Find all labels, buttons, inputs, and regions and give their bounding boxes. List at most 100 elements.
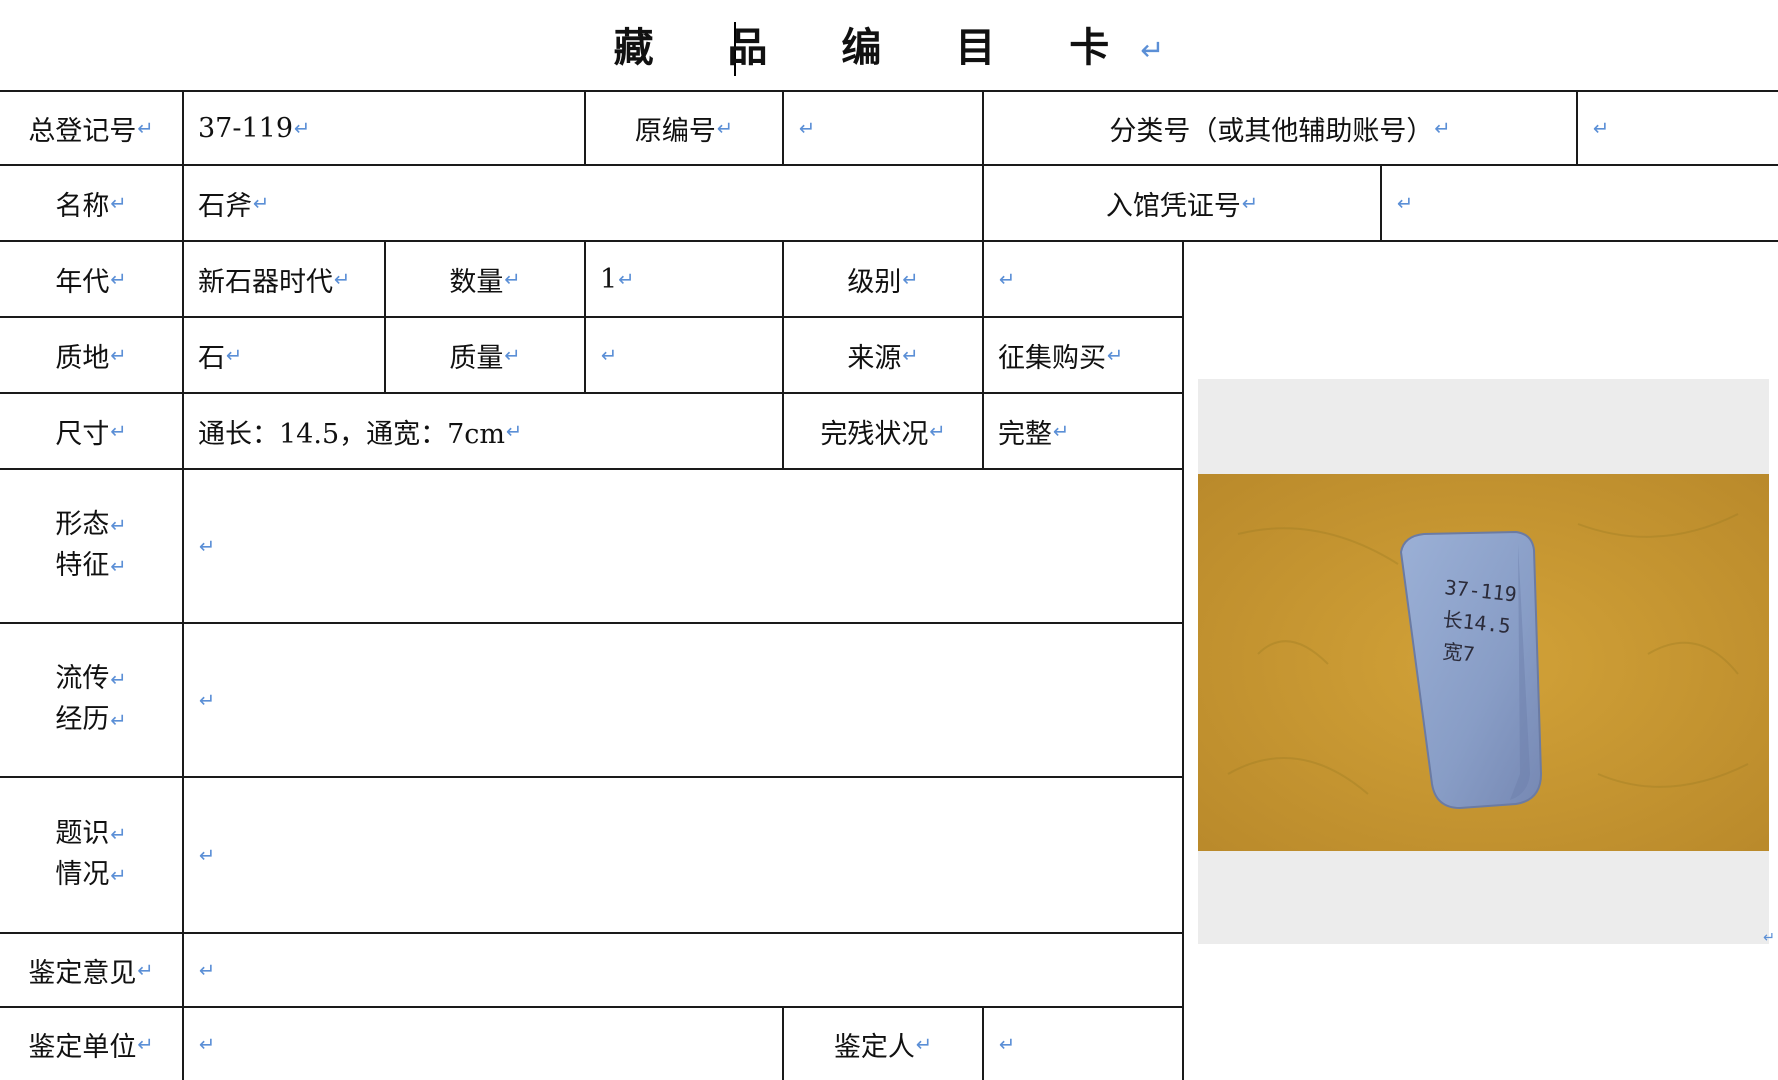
label-text: 特征 bbox=[55, 550, 110, 581]
opinion-label: 鉴定意见 ↵ bbox=[0, 934, 182, 1006]
name-value[interactable]: 石斧 ↵ bbox=[184, 166, 982, 240]
orig-no-value[interactable]: ↵ bbox=[784, 92, 982, 164]
size-value[interactable]: 通长：14.5，通宽：7cm ↵ bbox=[184, 394, 782, 468]
return-mark-icon: ↵ bbox=[902, 343, 919, 367]
return-mark-icon: ↵ bbox=[999, 267, 1016, 291]
mass-value[interactable]: ↵ bbox=[586, 318, 782, 392]
grid-line bbox=[1182, 240, 1184, 1080]
reg-no-label: 总登记号 ↵ bbox=[0, 92, 182, 164]
return-mark-icon: ↵ bbox=[110, 514, 127, 537]
return-mark-icon: ↵ bbox=[1241, 191, 1259, 215]
era-label: 年代 ↵ bbox=[0, 242, 182, 316]
inscription-value[interactable]: ↵ bbox=[184, 778, 1182, 932]
name-label: 名称 ↵ bbox=[0, 166, 182, 240]
inscription-label: 题识↵ 情况↵ bbox=[0, 778, 182, 932]
return-mark-icon: ↵ bbox=[110, 709, 127, 733]
source-value[interactable]: 征集购买 ↵ bbox=[984, 318, 1182, 392]
photo-return-mark: ↵ bbox=[1762, 926, 1778, 950]
form-value[interactable]: ↵ bbox=[184, 470, 1182, 622]
return-mark-icon: ↵ bbox=[929, 419, 946, 443]
label-text: 数量 bbox=[449, 266, 504, 298]
label-line: 题识↵ bbox=[55, 814, 126, 855]
voucher-value[interactable]: ↵ bbox=[1382, 166, 1778, 240]
label-text: 题识 bbox=[55, 817, 110, 849]
label-text: 分类号（或其他辅助账号） bbox=[1109, 115, 1434, 147]
return-mark-icon: ↵ bbox=[1140, 32, 1165, 67]
era-value[interactable]: 新石器时代 ↵ bbox=[184, 242, 384, 316]
label-text: 流传 bbox=[55, 662, 110, 694]
class-no-value[interactable]: ↵ bbox=[1578, 92, 1778, 164]
return-mark-icon: ↵ bbox=[110, 419, 127, 443]
label-text: 形态 bbox=[55, 508, 110, 540]
qty-label: 数量 ↵ bbox=[386, 242, 584, 316]
value-text: 完整 bbox=[998, 418, 1052, 450]
return-mark-icon: ↵ bbox=[999, 1032, 1016, 1056]
form-label: 形态↵ 特征↵ bbox=[0, 470, 182, 622]
class-no-label: 分类号（或其他辅助账号） ↵ bbox=[984, 92, 1576, 164]
condition-value[interactable]: 完整 ↵ bbox=[984, 394, 1182, 468]
reg-no-value[interactable]: 37-119 ↵ bbox=[184, 92, 584, 164]
label-text: 鉴定人 bbox=[833, 1031, 915, 1063]
return-mark-icon: ↵ bbox=[716, 116, 734, 140]
label-text: 质地 bbox=[55, 342, 110, 374]
label-text: 经历 bbox=[55, 704, 110, 735]
return-mark-icon: ↵ bbox=[799, 116, 816, 140]
label-line: 情况↵ bbox=[55, 855, 126, 896]
grade-value[interactable]: ↵ bbox=[984, 242, 1182, 316]
material-label: 质地 ↵ bbox=[0, 318, 182, 392]
artifact-photo[interactable]: 37-119 长14.5 宽7 bbox=[1198, 474, 1769, 851]
return-mark-icon: ↵ bbox=[902, 267, 919, 291]
return-mark-icon: ↵ bbox=[226, 343, 243, 367]
return-mark-icon: ↵ bbox=[199, 688, 216, 712]
label-text: 鉴定单位 bbox=[28, 1031, 137, 1063]
return-mark-icon: ↵ bbox=[1434, 116, 1451, 140]
return-mark-icon: ↵ bbox=[1107, 343, 1124, 367]
history-value[interactable]: ↵ bbox=[184, 624, 1182, 776]
return-mark-icon: ↵ bbox=[137, 1032, 154, 1056]
label-line: 特征↵ bbox=[55, 546, 126, 587]
return-mark-icon: ↵ bbox=[199, 1032, 216, 1056]
return-mark-icon: ↵ bbox=[1397, 191, 1414, 215]
value-text: 新石器时代 bbox=[198, 266, 333, 298]
unit-value[interactable]: ↵ bbox=[184, 1008, 782, 1080]
label-text: 质量 bbox=[449, 342, 504, 374]
return-mark-icon: ↵ bbox=[504, 267, 521, 291]
catalog-card: 藏 品 编 目 卡↵ 总登记号 ↵ 37-119 ↵ 原编号 ↵ ↵ 分类号（或其他辅… bbox=[0, 0, 1778, 1080]
mass-label: 质量 ↵ bbox=[386, 318, 584, 392]
card-title[interactable]: 藏 品 编 目 卡↵ bbox=[0, 18, 1778, 80]
opinion-value[interactable]: ↵ bbox=[184, 934, 1182, 1006]
return-mark-icon: ↵ bbox=[199, 843, 216, 867]
appraiser-value[interactable]: ↵ bbox=[984, 1008, 1182, 1080]
material-value[interactable]: 石 ↵ bbox=[184, 318, 384, 392]
grade-label: 级别 ↵ bbox=[784, 242, 982, 316]
voucher-label: 入馆凭证号 ↵ bbox=[984, 166, 1380, 240]
return-mark-icon: ↵ bbox=[199, 958, 216, 982]
label-text: 总登记号 bbox=[28, 115, 137, 147]
return-mark-icon: ↵ bbox=[504, 343, 521, 367]
return-mark-icon: ↵ bbox=[1593, 116, 1610, 140]
value-text: 37-119 bbox=[198, 112, 294, 144]
return-mark-icon: ↵ bbox=[110, 823, 127, 846]
value-text: 石 bbox=[198, 342, 225, 374]
return-mark-icon: ↵ bbox=[199, 534, 216, 558]
label-line: 流传↵ bbox=[55, 659, 126, 700]
return-mark-icon: ↵ bbox=[915, 1032, 933, 1056]
label-text: 鉴定意见 bbox=[28, 957, 137, 989]
label-text: 完残状况 bbox=[820, 418, 929, 450]
appraiser-label: 鉴定人 ↵ bbox=[784, 1008, 982, 1080]
label-text: 尺寸 bbox=[55, 418, 110, 450]
unit-label: 鉴定单位 ↵ bbox=[0, 1008, 182, 1080]
value-text: 征集购买 bbox=[998, 342, 1106, 374]
return-mark-icon: ↵ bbox=[110, 555, 127, 579]
return-mark-icon: ↵ bbox=[110, 343, 127, 367]
return-mark-icon: ↵ bbox=[1053, 419, 1070, 443]
label-line: 经历↵ bbox=[55, 700, 126, 741]
condition-label: 完残状况 ↵ bbox=[784, 394, 982, 468]
qty-value[interactable]: 1 ↵ bbox=[586, 242, 782, 316]
return-mark-icon: ↵ bbox=[137, 116, 154, 140]
return-mark-icon: ↵ bbox=[253, 191, 270, 215]
return-mark-icon: ↵ bbox=[110, 864, 127, 888]
label-text: 级别 bbox=[847, 266, 902, 298]
return-mark-icon: ↵ bbox=[601, 343, 618, 367]
return-mark-icon: ↵ bbox=[294, 116, 311, 140]
